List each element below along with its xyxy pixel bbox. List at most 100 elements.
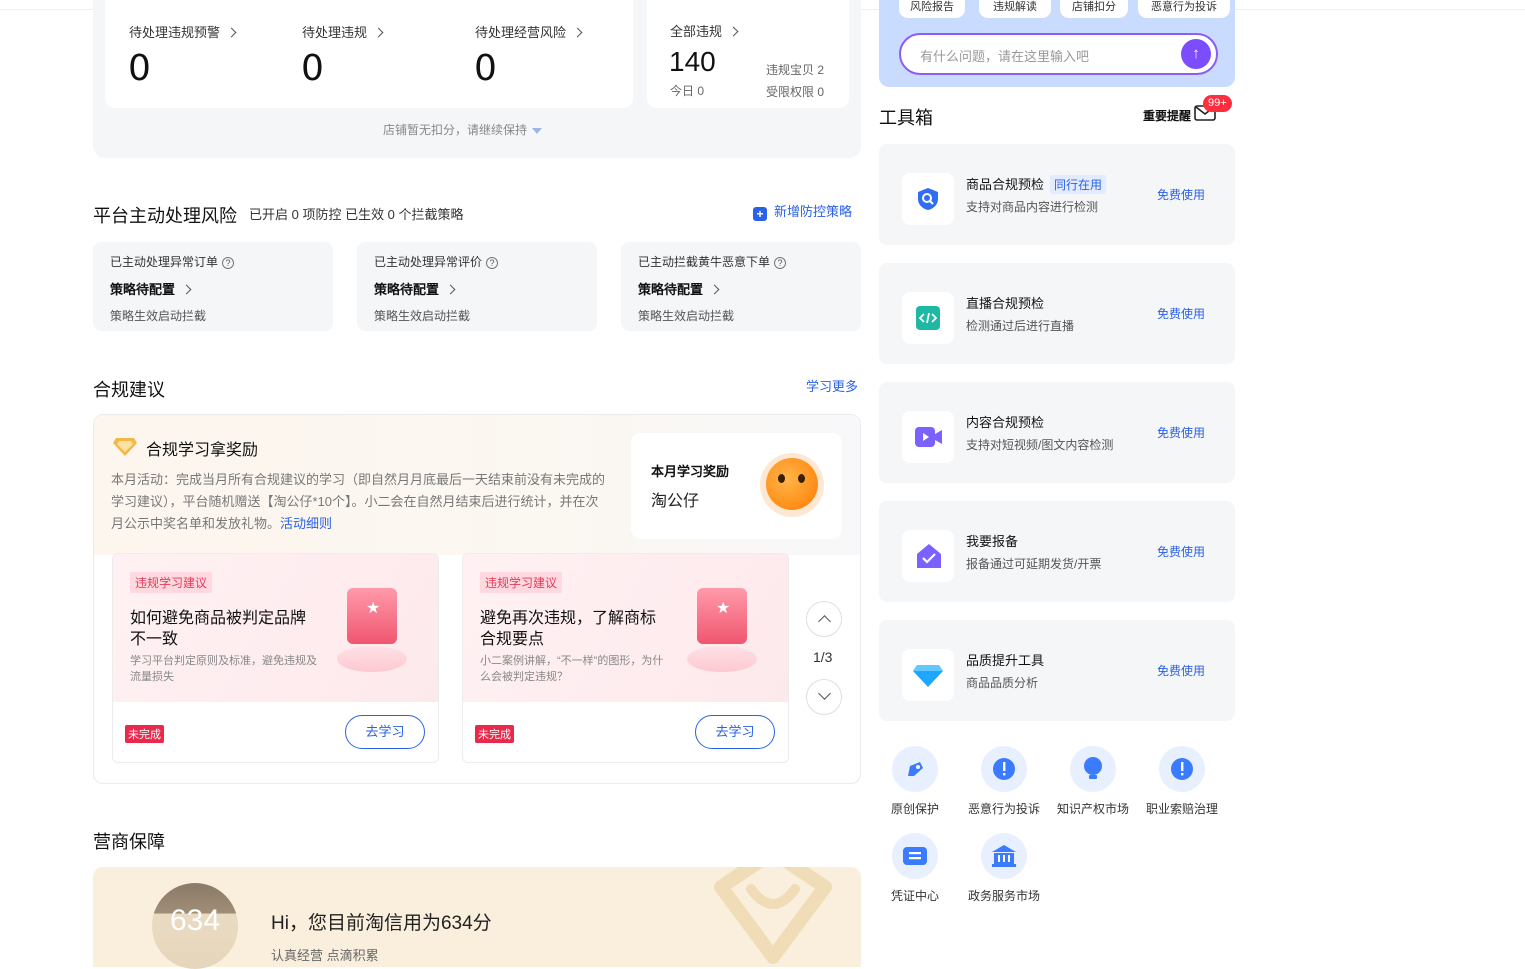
learning-title: 如何避免商品被判定品牌不一致	[130, 610, 307, 648]
free-use-link[interactable]: 免费使用	[1157, 543, 1205, 560]
award-label: 本月学习奖励	[651, 464, 730, 479]
pager-indicator: 1/3	[813, 649, 833, 665]
go-learn-button[interactable]: 去学习	[695, 715, 775, 749]
tool-card-product-precheck[interactable]: 商品合规预检 同行在用 支持对商品内容进行检测 免费使用	[879, 144, 1235, 245]
learning-card-brand[interactable]: 违规学习建议 如何避免商品被判定品牌不一致 学习平台判定原则及标准，避免违规及流…	[112, 553, 439, 763]
risk-card-status: 策略待配置	[638, 282, 704, 297]
chevron-down-icon	[818, 687, 831, 700]
tool-name: 内容合规预检	[966, 415, 1045, 430]
help-icon[interactable]: ?	[774, 257, 787, 269]
exclamation-icon[interactable]	[981, 746, 1027, 792]
pending-violation-link[interactable]: 待处理违规	[302, 22, 384, 42]
shortcut-label[interactable]: 凭证中心	[891, 887, 939, 904]
chevron-right-icon	[709, 284, 720, 295]
caret-down-icon	[532, 127, 543, 134]
add-strategy-button[interactable]: + 新增防控策略	[753, 201, 852, 221]
risk-card-desc: 策略生效启动拦截	[638, 309, 735, 323]
platform-risk-subtitle: 已开启 0 项防控 已生效 0 个拦截策略	[249, 207, 464, 222]
government-icon[interactable]	[981, 833, 1027, 879]
free-use-link[interactable]: 免费使用	[1157, 662, 1205, 679]
today-violations: 今日 0	[670, 84, 705, 98]
exclamation-icon[interactable]	[1159, 746, 1205, 792]
pager-up-button[interactable]	[806, 601, 842, 637]
violation-pending-card	[105, 0, 633, 108]
risk-card-desc: 策略生效启动拦截	[110, 309, 207, 323]
shortcut-label[interactable]: 原创保护	[891, 800, 939, 817]
deduction-note[interactable]: 店铺暂无扣分，请继续保持	[383, 121, 543, 138]
shortcut-label[interactable]: 政务服务市场	[968, 887, 1040, 904]
risk-card-status: 策略待配置	[110, 282, 176, 297]
restricted-permission-count: 受限权限 0	[766, 85, 825, 99]
risk-card-status: 策略待配置	[374, 282, 440, 297]
risk-card-title: 已主动处理异常评价	[374, 255, 483, 269]
risk-card-title: 已主动拦截黄牛恶意下单	[638, 255, 771, 269]
status-badge: 未完成	[125, 725, 164, 743]
assistant-input[interactable]: 有什么问题，请在这里输入吧	[899, 33, 1218, 75]
tool-desc: 报备通过可延期发货/开票	[966, 557, 1102, 571]
tool-desc: 支持对短视频/图文内容检测	[966, 438, 1114, 452]
reward-title: 合规学习拿奖励	[146, 442, 259, 459]
toolbox-title: 工具箱	[879, 108, 933, 128]
shield-watermark-icon	[714, 867, 832, 964]
go-learn-button[interactable]: 去学习	[345, 715, 425, 749]
peer-using-tag: 同行在用	[1050, 175, 1107, 194]
video-icon	[902, 411, 954, 463]
pager-down-button[interactable]	[806, 679, 842, 715]
star-icon: ★	[366, 600, 381, 617]
learning-tag: 违规学习建议	[130, 572, 213, 593]
arrow-up-icon: ↑	[1192, 45, 1200, 62]
chevron-right-icon	[445, 284, 456, 295]
compliance-title: 合规建议	[93, 380, 165, 400]
free-use-link[interactable]: 免费使用	[1157, 424, 1205, 441]
original-protect-icon[interactable]	[892, 746, 938, 792]
tool-card-report[interactable]: 我要报备 报备通过可延期发货/开票 免费使用	[879, 501, 1235, 602]
tool-card-live-precheck[interactable]: 直播合规预检 检测通过后进行直播 免费使用	[879, 263, 1235, 364]
pending-risk-count: 0	[474, 48, 497, 89]
chevron-right-icon	[572, 27, 583, 38]
tool-name: 品质提升工具	[966, 653, 1045, 668]
all-violations-link[interactable]: 全部违规	[670, 21, 739, 41]
quick-question-chip[interactable]: 恶意行为投诉	[1138, 0, 1230, 18]
plus-icon: +	[753, 207, 767, 221]
shortcut-label[interactable]: 知识产权市场	[1057, 800, 1129, 817]
risk-card-abnormal-order[interactable]: 已主动处理异常订单? 策略待配置 策略生效启动拦截	[93, 242, 333, 331]
help-icon[interactable]: ?	[222, 257, 235, 269]
free-use-link[interactable]: 免费使用	[1157, 186, 1205, 203]
tool-name: 商品合规预检	[966, 177, 1045, 192]
quick-question-chip[interactable]: 店铺扣分	[1060, 0, 1128, 18]
tool-name: 我要报备	[966, 534, 1019, 549]
tool-desc: 商品品质分析	[966, 676, 1039, 690]
pending-violation-label: 待处理违规	[302, 25, 368, 40]
tool-card-quality[interactable]: 品质提升工具 商品品质分析 免费使用	[879, 620, 1235, 721]
deduction-note-text: 店铺暂无扣分，请继续保持	[383, 123, 528, 137]
learning-card-trademark[interactable]: 违规学习建议 避免再次违规，了解商标合规要点 小二案例讲解，“不一样”的图形，为…	[462, 553, 789, 763]
chevron-right-icon	[181, 284, 192, 295]
voucher-icon[interactable]	[892, 833, 938, 879]
pending-warning-link[interactable]: 待处理违规预警	[129, 22, 237, 42]
learn-more-link[interactable]: 学习更多	[806, 376, 858, 395]
learning-tag: 违规学习建议	[480, 572, 563, 593]
send-button[interactable]: ↑	[1181, 39, 1211, 69]
chevron-right-icon	[728, 26, 739, 37]
activity-rules-link[interactable]: 活动细则	[280, 516, 332, 531]
code-icon	[902, 292, 954, 344]
help-icon[interactable]: ?	[486, 257, 499, 269]
bulb-icon[interactable]	[1070, 746, 1116, 792]
quick-question-chip[interactable]: 风险报告	[899, 0, 965, 18]
shortcut-label[interactable]: 恶意行为投诉	[968, 800, 1040, 817]
pending-warning-label: 待处理违规预警	[129, 25, 221, 40]
guarantee-title: 营商保障	[93, 832, 165, 852]
mascot-eye	[778, 474, 785, 483]
risk-card-abnormal-review[interactable]: 已主动处理异常评价? 策略待配置 策略生效启动拦截	[357, 242, 597, 331]
important-reminder-label[interactable]: 重要提醒	[1143, 107, 1191, 124]
shortcut-label[interactable]: 职业索赔治理	[1146, 800, 1218, 817]
free-use-link[interactable]: 免费使用	[1157, 305, 1205, 322]
all-violations-count: 140	[669, 46, 716, 77]
report-check-icon	[902, 530, 954, 582]
pending-violation-count: 0	[301, 48, 324, 89]
diamond-icon	[902, 649, 954, 701]
pending-risk-link[interactable]: 待处理经营风险	[475, 22, 583, 42]
quick-question-chip[interactable]: 违规解读	[979, 0, 1051, 18]
tool-card-content-precheck[interactable]: 内容合规预检 支持对短视频/图文内容检测 免费使用	[879, 382, 1235, 483]
risk-card-scalper-order[interactable]: 已主动拦截黄牛恶意下单? 策略待配置 策略生效启动拦截	[621, 242, 861, 331]
